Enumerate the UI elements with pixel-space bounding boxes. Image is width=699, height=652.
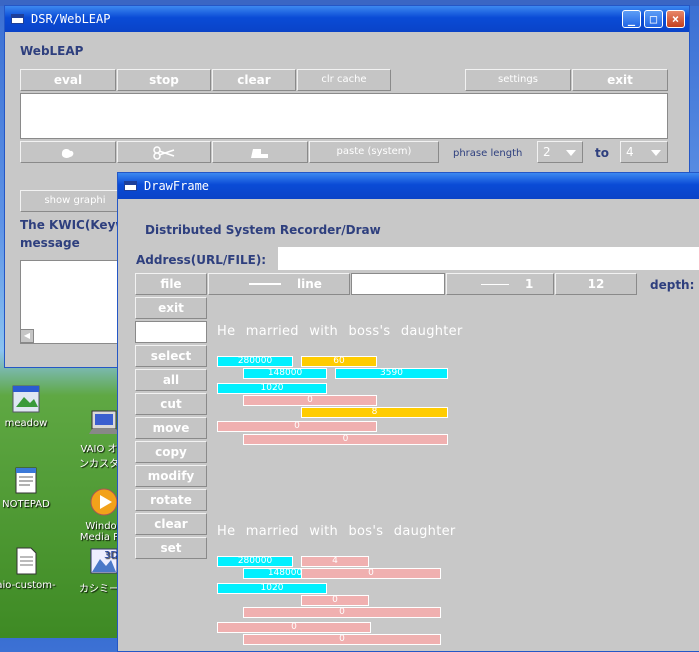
bar-label: 0 (243, 395, 377, 406)
paste-tool-button[interactable] (212, 141, 308, 163)
thick-line-icon (249, 283, 281, 285)
color-swatch[interactable] (351, 273, 445, 295)
meadow-icon (10, 383, 42, 415)
scissors-icon (153, 146, 175, 160)
desktop-icon-document[interactable]: aio-custom- (0, 545, 64, 591)
window-app-icon (11, 14, 24, 24)
line-label: line (297, 277, 322, 291)
desktop-icon-label: meadow (4, 418, 48, 429)
line-style-button[interactable]: line (208, 273, 350, 295)
cut-tool-button[interactable] (20, 141, 116, 163)
tool-copy-button[interactable]: copy (135, 441, 207, 463)
stop-button[interactable]: stop (117, 69, 211, 91)
window-app-icon (124, 181, 137, 191)
scroll-left-button[interactable]: ◀ (20, 329, 34, 343)
input-textarea[interactable] (20, 93, 668, 139)
bar-label: 1020 (217, 583, 327, 594)
tool-modify-button[interactable]: modify (135, 465, 207, 487)
stamp-icon (251, 149, 268, 158)
phrase-from-value: 2 (543, 145, 551, 159)
message-area[interactable] (20, 260, 130, 344)
tool-all-button[interactable]: all (135, 369, 207, 391)
window-title: DrawFrame (144, 179, 210, 193)
settings-button[interactable]: settings (465, 69, 571, 91)
bar-label: 1020 (217, 383, 327, 394)
document-icon (10, 545, 42, 577)
phrase-to-value: 4 (626, 145, 634, 159)
drawframe-titlebar[interactable]: DrawFrame (118, 173, 699, 199)
depth-label: depth: (650, 278, 695, 292)
sentence-text: He married with bos's daughter (217, 524, 456, 539)
clr-cache-button[interactable]: clr cache (297, 69, 391, 91)
phrase-from-select[interactable]: 2 (537, 141, 583, 163)
address-field[interactable] (278, 247, 699, 270)
notepad-icon (10, 464, 42, 496)
desktop-icon-notepad[interactable]: NOTEPAD (0, 464, 64, 510)
line-width-value: 1 (525, 277, 534, 291)
bar-label: 148000 (243, 368, 327, 379)
thin-line-icon (481, 284, 509, 285)
kashmir-3d-icon: 3D (88, 545, 120, 577)
desktop-icon-meadow[interactable]: meadow (0, 383, 64, 429)
paste-blob-icon (61, 148, 74, 158)
bar-label: 0 (243, 634, 441, 645)
phrase-length-label: phrase length (453, 148, 523, 159)
address-label: Address(URL/FILE): (136, 253, 267, 267)
tool-select-button[interactable]: select (135, 345, 207, 367)
show-graph-button[interactable]: show graphi (20, 190, 130, 212)
window-title: DSR/WebLEAP (31, 12, 111, 26)
desktop-icon-label: NOTEPAD (2, 499, 50, 510)
vaio-icon (88, 394, 120, 434)
bar-label: 280000 (217, 556, 293, 567)
tool-set-button[interactable]: set (135, 537, 207, 559)
paste-system-button[interactable]: paste (system) (309, 141, 439, 163)
arrow-left-icon: ◀ (23, 331, 31, 340)
tool-rotate-button[interactable]: rotate (135, 489, 207, 511)
maximize-icon: □ (649, 12, 658, 26)
drawframe-heading: Distributed System Recorder/Draw (145, 223, 381, 237)
minimize-icon: _ (627, 12, 636, 26)
eval-button[interactable]: eval (20, 69, 116, 91)
chevron-down-icon (651, 150, 661, 156)
bar-label: 0 (217, 622, 371, 633)
scissors-button[interactable] (117, 141, 211, 163)
bar-label: 0 (301, 568, 441, 579)
desktop-icon-label: aio-custom- (0, 580, 56, 591)
bar-label: 0 (301, 595, 369, 606)
drawframe-window: DrawFrame Distributed System Recorder/Dr… (117, 172, 699, 652)
bar-label: 0 (243, 607, 441, 618)
bar-label: 3590 (335, 368, 448, 379)
chevron-down-icon (566, 150, 576, 156)
bar-label: 0 (217, 421, 377, 432)
tool-exit-button[interactable]: exit (135, 297, 207, 319)
clear-button[interactable]: clear (212, 69, 296, 91)
tool-clear-button[interactable]: clear (135, 513, 207, 535)
sentence-text: He married with boss's daughter (217, 324, 463, 339)
bar-label: 280000 (217, 356, 293, 367)
tool-move-button[interactable]: move (135, 417, 207, 439)
to-label: to (595, 146, 609, 160)
minimize-button[interactable]: _ (622, 10, 641, 28)
media-player-icon (88, 475, 120, 516)
font-size-button[interactable]: 12 (555, 273, 637, 295)
bar-label: 4 (301, 556, 369, 567)
close-button[interactable]: × (666, 10, 685, 28)
bar-label: 8 (301, 407, 448, 418)
app-label: WebLEAP (20, 44, 84, 58)
phrase-to-select[interactable]: 4 (620, 141, 668, 163)
line-width-button[interactable]: 1 (446, 273, 554, 295)
exit-button[interactable]: exit (572, 69, 668, 91)
close-icon: × (671, 12, 680, 26)
maximize-button[interactable]: □ (644, 10, 663, 28)
webleap-titlebar[interactable]: DSR/WebLEAP _ □ × (5, 6, 689, 32)
tool-input-field[interactable] (135, 321, 207, 343)
message-label: message (20, 236, 80, 250)
bar-label: 0 (243, 434, 448, 445)
bar-label: 60 (301, 356, 377, 367)
file-button[interactable]: file (135, 273, 207, 295)
tool-cut-button[interactable]: cut (135, 393, 207, 415)
